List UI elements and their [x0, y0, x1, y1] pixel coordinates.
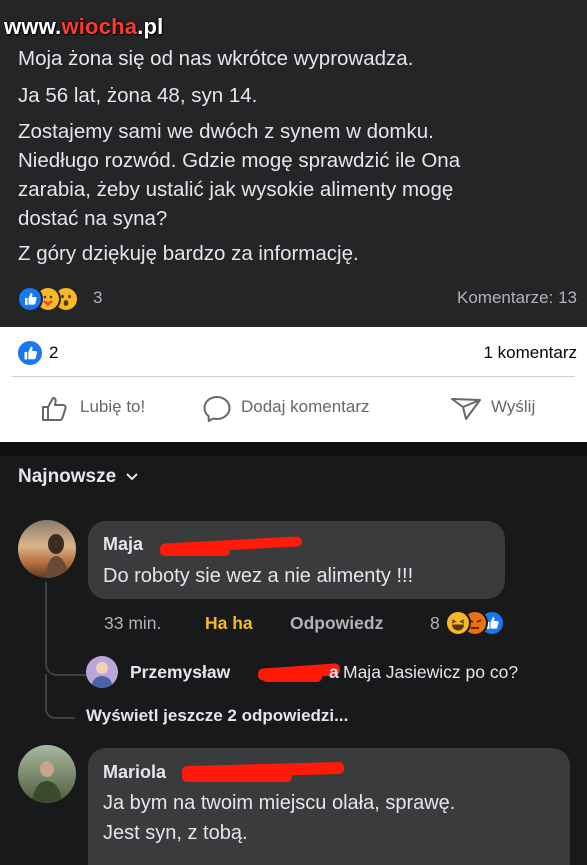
post-text-line: Z góry dziękuję bardzo za informację. — [18, 242, 359, 265]
section-divider — [0, 442, 587, 456]
comments-count-link[interactable]: Komentarze: 13 — [457, 288, 577, 308]
reaction-count: 3 — [93, 288, 103, 307]
reply-text: Maja Jasiewicz po co? — [343, 662, 519, 682]
view-more-replies-link[interactable]: Wyświetl jeszcze 2 odpowiedzi... — [86, 706, 348, 726]
add-comment-button[interactable]: Dodaj komentarz — [241, 397, 370, 417]
comment-count-link[interactable]: 1 komentarz — [483, 343, 577, 363]
avatar[interactable] — [18, 745, 76, 803]
reply-author-tail: a — [329, 662, 339, 682]
watermark-logo: www.wiocha.pl — [4, 14, 164, 39]
sort-label: Najnowsze — [18, 466, 117, 487]
send-button[interactable]: Wyślij — [491, 397, 535, 417]
sort-dropdown[interactable]: Najnowsze — [18, 466, 139, 488]
comment-author[interactable]: Maja — [103, 534, 143, 555]
divider — [12, 376, 575, 377]
comment-text-line: Ja bym na twoim miejscu olała, sprawę. — [103, 792, 456, 814]
thread-line — [45, 582, 87, 676]
like-icon — [17, 286, 43, 312]
comment-bubble-icon — [201, 394, 233, 429]
post-text-line: Ja 56 lat, żona 48, syn 14. — [18, 84, 258, 107]
haha-button[interactable]: Ha ha — [205, 613, 253, 634]
thumbs-up-icon — [40, 394, 72, 429]
haha-icon — [445, 610, 471, 636]
post-text-line: Moja żona się od nas wkrótce wyprowadza. — [18, 47, 414, 70]
like-count: 2 — [49, 343, 59, 362]
post-text-line: zarabia, żeby ustalić jak wysokie alimen… — [18, 178, 454, 201]
redaction-mark — [182, 772, 292, 782]
send-icon — [449, 394, 483, 429]
comment-author[interactable]: Mariola — [103, 762, 166, 783]
comment-time: 33 min. — [104, 613, 162, 633]
chevron-down-icon — [121, 466, 139, 487]
like-button[interactable]: Lubię to! — [80, 397, 145, 417]
comment-text-line: Jest syn, z tobą. — [103, 822, 248, 844]
post-text-line: Zostajemy sami we dwóch z synem w domku. — [18, 120, 434, 143]
avatar[interactable] — [18, 520, 76, 578]
redaction-mark — [160, 544, 230, 556]
thread-line — [45, 674, 47, 710]
reply-button[interactable]: Odpowiedz — [290, 613, 383, 634]
reply-author[interactable]: Przemysław — [130, 662, 230, 683]
comment-reaction-count: 8 — [430, 613, 440, 633]
like-badge-icon — [18, 341, 42, 365]
thread-line — [45, 708, 75, 719]
post-text-line: Niedługo rozwód. Gdzie mogę sprawdzić il… — [18, 149, 461, 172]
avatar[interactable] — [86, 656, 118, 688]
comment-text: Do roboty sie wez a nie alimenty !!! — [103, 565, 414, 587]
redaction-mark — [262, 672, 322, 682]
post-text-line: dostać na syna? — [18, 207, 168, 230]
comment-reactions[interactable] — [445, 610, 525, 636]
